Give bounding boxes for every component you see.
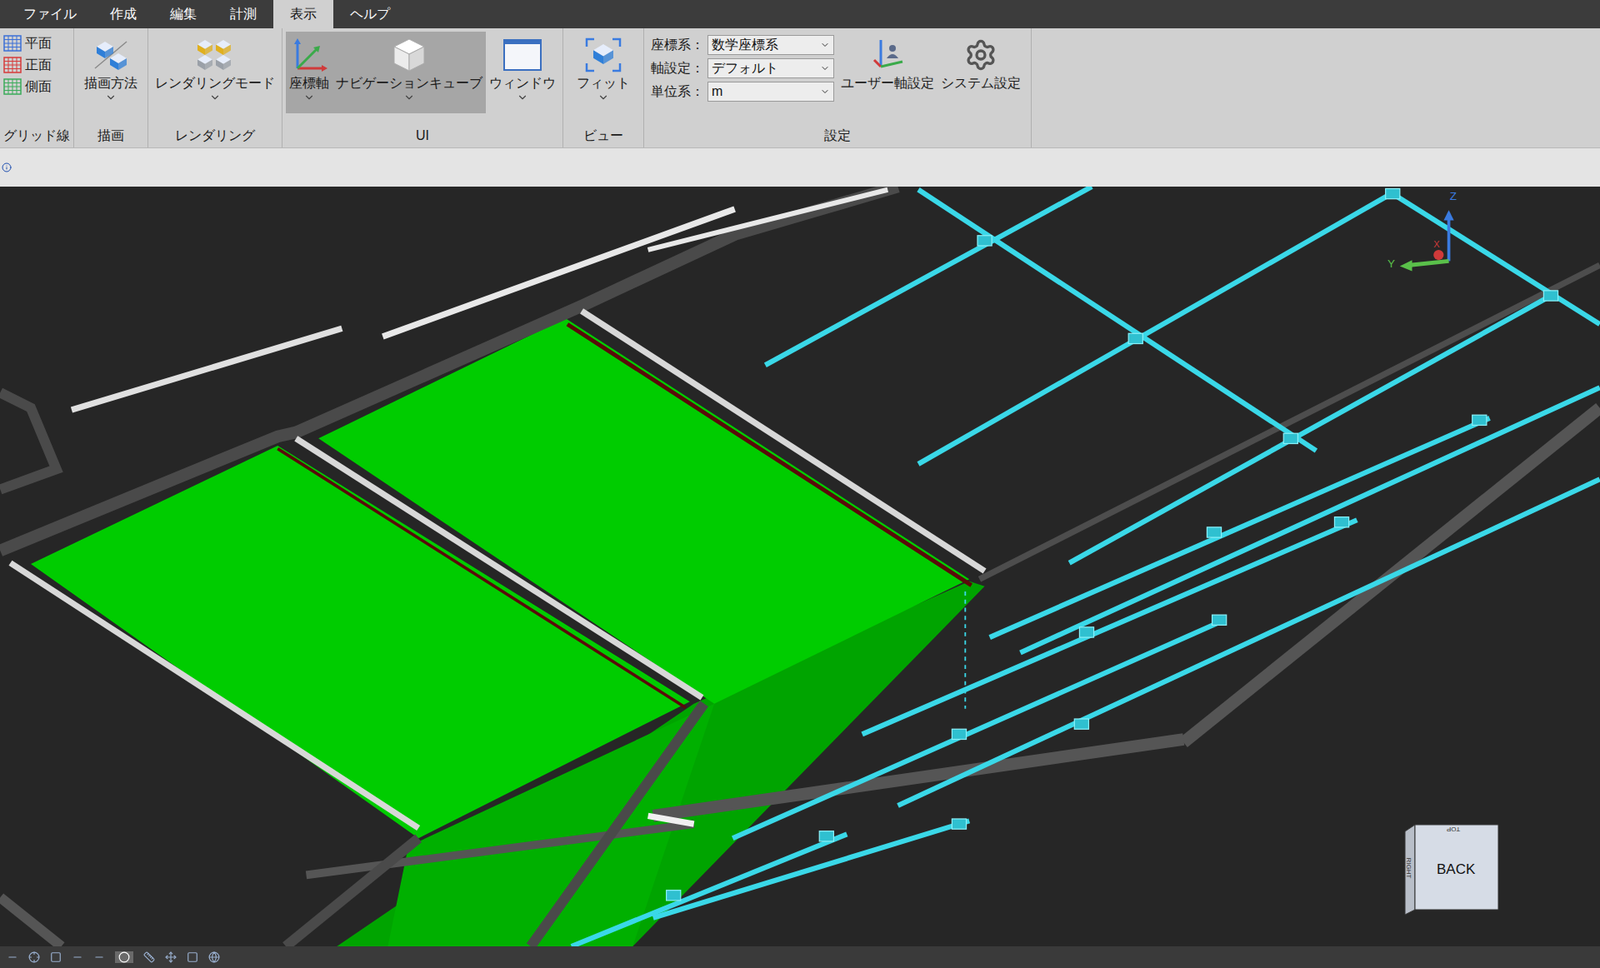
window-icon — [502, 36, 543, 74]
grid-icon — [3, 56, 22, 74]
group-label: レンダリング — [151, 127, 279, 148]
settings-dropdown[interactable]: デフォルト — [707, 58, 835, 79]
system-settings-button[interactable]: システム設定 — [937, 31, 1025, 114]
menu-tab[interactable]: ヘルプ — [333, 0, 407, 29]
navigation-cube-icon — [390, 36, 428, 74]
info-icon — [1, 162, 12, 173]
ui-toggle-button[interactable]: ウィンドウ — [485, 31, 560, 114]
svg-text:Y: Y — [1387, 257, 1395, 270]
settings-field: 軸設定：デフォルト — [650, 58, 835, 79]
cube-front-label[interactable]: BACK — [1436, 861, 1475, 879]
app: ファイル作成編集計測表示ヘルプ平面正面側面グリッド線描画方法描画レンダリングモー… — [0, 0, 1600, 968]
view-group: フィットビュー — [563, 28, 645, 148]
group-label: UI — [285, 127, 560, 148]
settings-group: 座標系：数学座標系軸設定：デフォルト単位系：mユーザー軸設定システム設定設定 — [644, 28, 1032, 148]
ribbon: 平面正面側面グリッド線描画方法描画レンダリングモードレンダリング座標軸ナビゲーシ… — [0, 28, 1600, 149]
ui-group: 座標軸ナビゲーションキューブウィンドウ UI — [282, 28, 564, 148]
plane-icon[interactable] — [50, 951, 62, 964]
segment-icon[interactable] — [71, 951, 84, 964]
dropdown-chevron-icon — [105, 91, 117, 104]
menu-tab[interactable]: 編集 — [153, 0, 214, 29]
globe-icon[interactable] — [208, 951, 220, 964]
settings-field: 座標系：数学座標系 — [650, 35, 835, 55]
settings-dropdown[interactable]: 数学座標系 — [707, 35, 835, 55]
dropdown-chevron-icon — [209, 91, 221, 104]
grid-group: 平面正面側面グリッド線 — [0, 28, 75, 148]
fit-button[interactable]: フィット — [573, 31, 634, 114]
ui-toggle-button[interactable]: ナビゲーションキューブ — [332, 31, 486, 114]
rendering-mode-icon — [194, 38, 236, 72]
gear-icon — [964, 38, 998, 72]
menu-tab[interactable]: 作成 — [93, 0, 154, 29]
cube-side-label[interactable]: RIGHT — [1405, 858, 1412, 880]
group-label: ビュー — [573, 127, 634, 148]
ui-toggle-button[interactable]: 座標軸 — [285, 31, 333, 114]
cube-top-label[interactable]: TOP — [1446, 825, 1460, 833]
svg-text:Z: Z — [1450, 190, 1457, 203]
draw-group: 描画方法描画 — [74, 28, 149, 148]
grid-toggle[interactable]: 側面 — [3, 78, 52, 95]
render-group: レンダリングモードレンダリング — [148, 28, 283, 148]
draw-method-icon — [91, 38, 130, 72]
snap-icon[interactable] — [118, 951, 130, 964]
scene-drawing: Z Y X — [0, 186, 1600, 947]
grid-toggle[interactable]: 平面 — [3, 35, 52, 52]
axes-icon — [290, 36, 328, 74]
axis-triad: Z Y X — [1387, 190, 1457, 272]
user-axis-button[interactable]: ユーザー軸設定 — [837, 31, 938, 114]
line-icon[interactable] — [6, 951, 19, 964]
menu-tab[interactable]: 計測 — [213, 0, 274, 29]
rendering-mode-button[interactable]: レンダリングモード — [151, 31, 279, 114]
viewport[interactable]: Z Y X TOP RIGHT BACK — [0, 186, 1600, 947]
navigation-cube[interactable]: TOP RIGHT BACK — [1403, 823, 1500, 917]
grid-icon — [3, 78, 22, 95]
group-label: 設定 — [650, 127, 1025, 148]
group-label: グリッド線 — [3, 127, 70, 148]
svg-text:X: X — [1433, 239, 1440, 250]
fit-icon — [584, 36, 623, 74]
grid-icon — [3, 35, 22, 52]
grid-toggle[interactable]: 正面 — [3, 56, 52, 74]
dropdown-chevron-icon — [403, 91, 415, 104]
box-icon[interactable] — [186, 951, 199, 964]
dropdown-chevron-icon — [516, 91, 529, 104]
status-bar — [0, 946, 1600, 968]
ruler-icon[interactable] — [143, 951, 155, 964]
menu-bar: ファイル作成編集計測表示ヘルプ — [0, 0, 1600, 29]
settings-dropdown[interactable]: m — [707, 81, 835, 102]
dropdown-arrow-icon — [820, 86, 830, 97]
draw-method-button[interactable]: 描画方法 — [80, 31, 141, 114]
edge-icon[interactable] — [93, 951, 105, 964]
dropdown-arrow-icon — [820, 63, 830, 74]
dropdown-chevron-icon — [303, 91, 315, 104]
group-label: 描画 — [80, 127, 141, 148]
dropdown-chevron-icon — [597, 91, 610, 104]
user-axis-icon — [869, 36, 906, 74]
settings-field: 単位系：m — [650, 81, 835, 102]
move-icon[interactable] — [165, 951, 177, 964]
menu-tab[interactable]: ファイル — [6, 0, 94, 29]
menu-tab[interactable]: 表示 — [273, 0, 334, 29]
dropdown-arrow-icon — [820, 40, 830, 50]
crosshair-icon[interactable] — [28, 951, 40, 964]
info-bar — [0, 148, 1600, 187]
